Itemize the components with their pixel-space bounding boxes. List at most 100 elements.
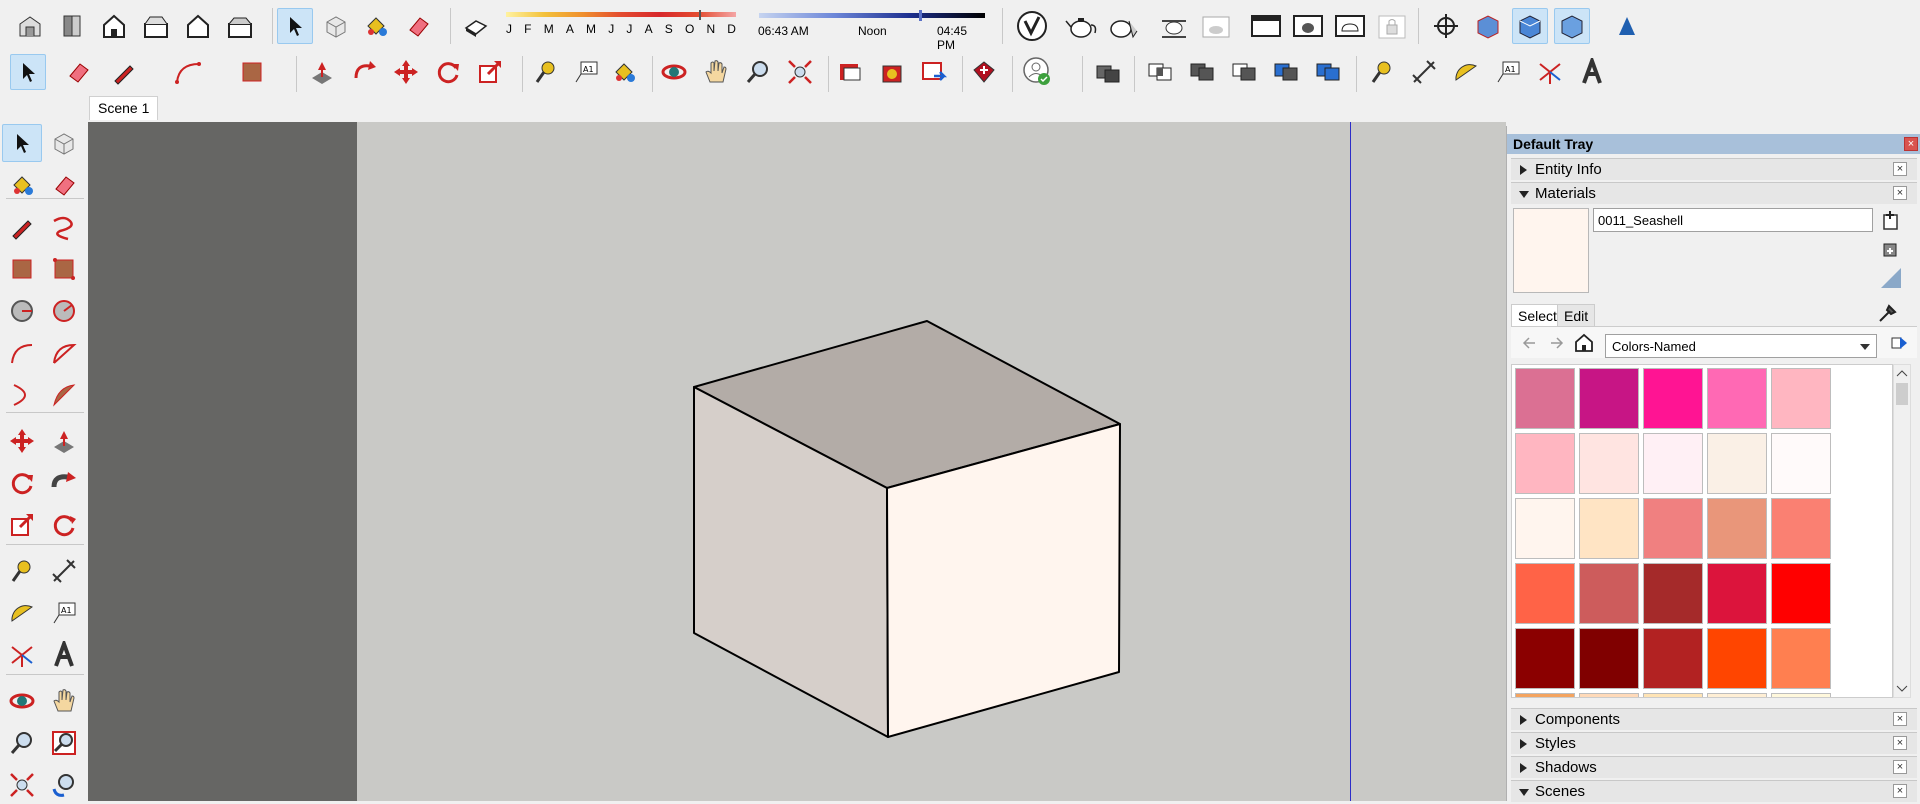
material-swatch[interactable] [1771,693,1831,697]
library-dropdown[interactable]: Colors-Named [1605,334,1877,358]
panel-close-icon[interactable]: × [1893,784,1907,798]
model-cube[interactable] [88,122,1506,801]
pie-tool-icon[interactable] [44,376,84,414]
pencil-icon[interactable] [106,54,142,90]
panel-close-icon[interactable]: × [1893,712,1907,726]
arc-tool-icon[interactable] [2,334,42,372]
back-arrow-icon[interactable] [1521,334,1539,355]
left-view-icon[interactable] [222,8,258,44]
material-swatch[interactable] [1707,563,1767,624]
protractor-icon[interactable] [1448,54,1484,90]
tape-measure-icon[interactable] [528,54,564,90]
section-box-icon[interactable] [1470,8,1506,44]
select-tool-icon[interactable] [2,124,42,162]
rectangle-tool-icon[interactable] [234,54,270,90]
dimension-icon[interactable] [44,552,84,590]
material-swatch[interactable] [1579,368,1639,429]
3d-warehouse-icon[interactable] [832,54,868,90]
text-tool-icon[interactable]: A1 [568,54,604,90]
material-swatch[interactable] [1707,693,1767,697]
material-swatch[interactable] [1515,433,1575,494]
material-swatch[interactable] [1579,433,1639,494]
move-icon[interactable] [388,54,424,90]
zoom-window-icon[interactable] [44,724,84,762]
panel-close-icon[interactable]: × [1893,186,1907,200]
rotate-icon[interactable] [430,54,466,90]
frame-buffer-icon[interactable] [1248,8,1284,44]
three-point-arc-icon[interactable] [2,376,42,414]
add-material-icon[interactable] [1881,210,1901,235]
panel-scenes[interactable]: Scenes × [1511,780,1917,802]
render-teapot-icon[interactable] [1064,8,1100,44]
extrude-shape-icon[interactable] [1608,8,1644,44]
scale-icon[interactable] [472,54,508,90]
material-swatch[interactable] [1643,563,1703,624]
shadows-toggle-icon[interactable] [458,8,494,44]
default-material-icon[interactable] [1879,266,1903,293]
scale-icon[interactable] [2,506,42,544]
follow-me-icon[interactable] [346,54,382,90]
pan-hand-icon[interactable] [44,682,84,720]
render-cloud-icon[interactable] [1156,8,1192,44]
eraser-icon[interactable] [60,54,96,90]
material-swatch[interactable] [1579,628,1639,689]
panel-close-icon[interactable]: × [1893,162,1907,176]
scroll-up-icon[interactable] [1894,367,1910,379]
material-swatch[interactable] [1643,368,1703,429]
panel-components[interactable]: Components × [1511,708,1917,730]
material-swatch[interactable] [1579,693,1639,697]
pan-hand-icon[interactable] [698,54,734,90]
material-swatch[interactable] [1515,628,1575,689]
section-plane-icon[interactable] [1554,8,1590,44]
two-point-arc-icon[interactable] [44,334,84,372]
material-swatch[interactable] [1771,433,1831,494]
top-view-icon[interactable] [54,8,90,44]
section-fill-icon[interactable] [1512,8,1548,44]
panel-entity-info[interactable]: Entity Info × [1511,158,1917,180]
material-swatch[interactable] [1771,498,1831,559]
text-tool-icon[interactable]: A1 [1490,54,1526,90]
cloud-render-icon[interactable] [1332,8,1368,44]
vray-logo-icon[interactable] [1014,8,1050,44]
shadow-month-slider[interactable]: JF MA MJ JA SO ND [506,10,736,40]
zoom-icon[interactable] [740,54,776,90]
material-swatch[interactable] [1707,433,1767,494]
material-swatch[interactable] [1515,368,1575,429]
material-swatch[interactable] [1515,693,1575,697]
protractor-icon[interactable] [2,594,42,632]
outer-shell-icon[interactable] [1090,54,1126,90]
material-swatch[interactable] [1707,368,1767,429]
subtract-icon[interactable] [1226,54,1262,90]
swatch-scrollbar[interactable] [1893,364,1911,698]
previous-view-icon[interactable] [44,766,84,804]
tape-measure-icon[interactable] [2,552,42,590]
arc-tool-icon[interactable] [170,54,206,90]
tape-measure-icon[interactable] [1364,54,1400,90]
tab-select[interactable]: Select [1511,304,1564,326]
scene-tab[interactable]: Scene 1 [89,96,159,120]
union-icon[interactable] [1184,54,1220,90]
front-view-icon[interactable] [96,8,132,44]
details-arrow-icon[interactable] [1891,334,1909,355]
send-to-layout-icon[interactable] [916,54,952,90]
home-icon[interactable] [1573,332,1595,357]
tray-close-icon[interactable]: × [1904,137,1918,151]
asset-editor-icon[interactable] [1290,8,1326,44]
extension-manager-icon[interactable] [966,54,1002,90]
push-pull-icon[interactable] [44,422,84,460]
account-icon[interactable] [1020,54,1056,90]
material-swatch[interactable] [1771,368,1831,429]
zoom-extents-icon[interactable] [2,766,42,804]
interactive-render-icon[interactable] [1106,8,1142,44]
line-tool-icon[interactable] [2,208,42,246]
select-tool-icon[interactable] [10,54,46,90]
rectangle-tool-icon[interactable] [2,250,42,288]
forward-arrow-icon[interactable] [1547,334,1565,355]
create-material-icon[interactable] [1879,238,1901,263]
panel-materials[interactable]: Materials × [1511,182,1917,204]
move-icon[interactable] [2,422,42,460]
polygon-tool-icon[interactable] [44,292,84,330]
text-tool-icon[interactable]: A1 [44,594,84,632]
iso-view-icon[interactable] [12,8,48,44]
follow-me-icon[interactable] [44,464,84,502]
